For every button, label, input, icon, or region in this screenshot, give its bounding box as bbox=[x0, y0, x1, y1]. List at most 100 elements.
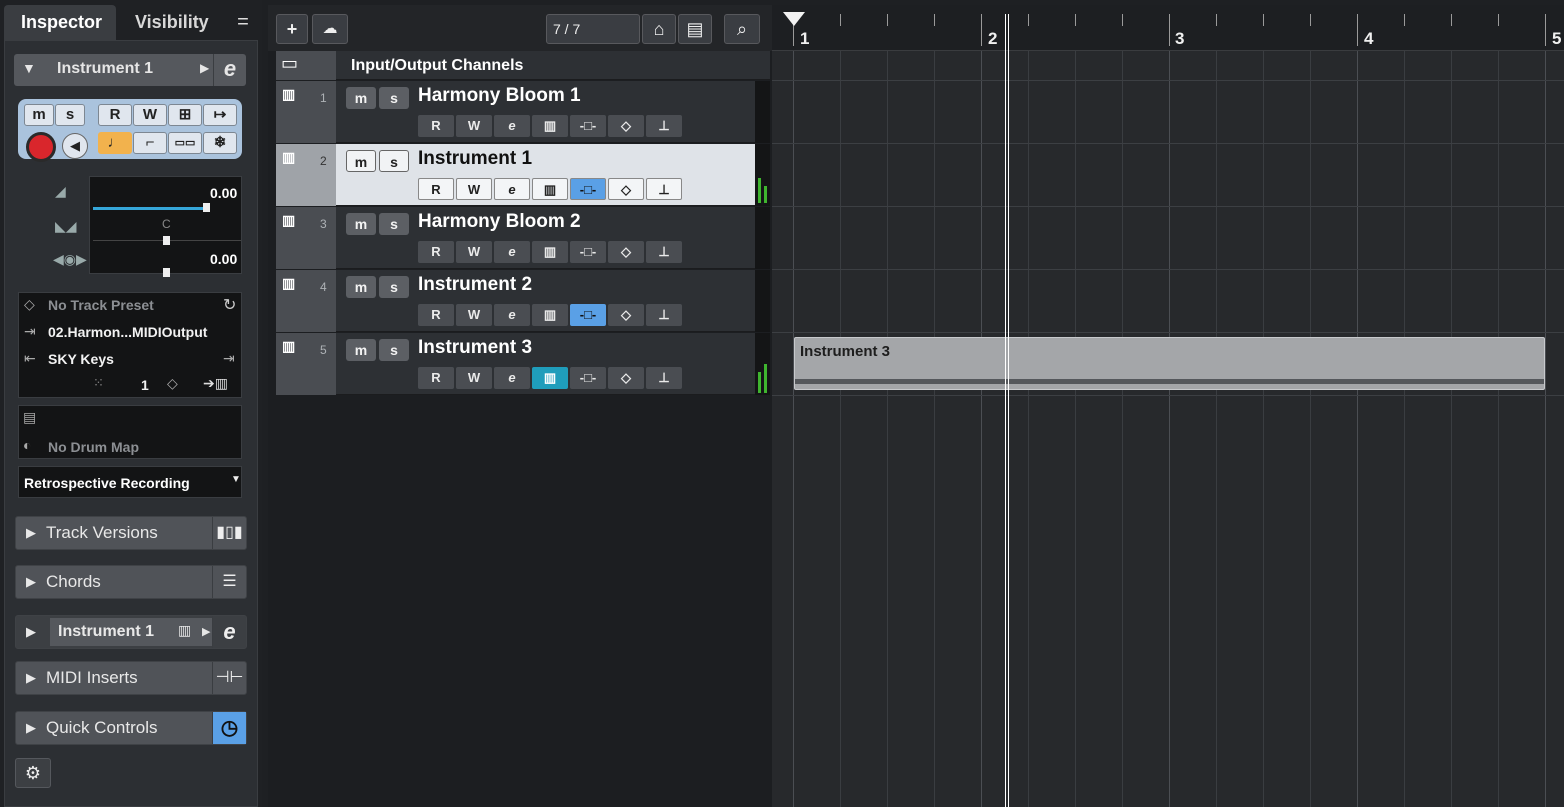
collapse-icon[interactable]: ▼ bbox=[22, 60, 36, 76]
keyboard-icon[interactable]: ▥ bbox=[532, 178, 568, 200]
section-instrument[interactable]: ▶ Instrument 1 ▥ ▶ e bbox=[15, 615, 247, 649]
visibility-agent-icon[interactable]: ⌂ bbox=[642, 14, 676, 44]
midi-input-select[interactable]: 02.Harmon...MIDIOutput bbox=[48, 324, 207, 340]
monitor-button[interactable]: ◀ bbox=[62, 133, 88, 159]
solo-button[interactable]: s bbox=[55, 104, 85, 126]
add-track-from-template-icon[interactable]: ☁ bbox=[312, 14, 348, 44]
write-automation-button[interactable]: W bbox=[456, 241, 492, 263]
sends-icon[interactable]: ⊥ bbox=[646, 304, 682, 326]
expand-arrow-icon[interactable]: ▶ bbox=[200, 61, 209, 75]
ruler[interactable]: 1 2 3 4 5 bbox=[772, 5, 1564, 51]
solo-button[interactable]: s bbox=[379, 276, 409, 298]
add-track-button[interactable]: + bbox=[276, 14, 308, 44]
inserts-icon[interactable]: ◇ bbox=[608, 178, 644, 200]
tab-visibility[interactable]: Visibility bbox=[118, 5, 226, 41]
tab-inspector[interactable]: Inspector bbox=[4, 5, 116, 41]
input-transformer-icon[interactable]: -□- bbox=[570, 241, 606, 263]
lanes-icon[interactable]: ⊞ bbox=[168, 104, 202, 126]
track-row[interactable]: ▥ 1 m s Harmony Bloom 1 R W e ▥ -□- ◇ ⊥ bbox=[276, 81, 770, 143]
read-automation-button[interactable]: R bbox=[418, 115, 454, 137]
gear-icon[interactable]: ⚙ bbox=[15, 758, 51, 788]
edit-instrument-icon[interactable]: e bbox=[213, 54, 246, 86]
track-name[interactable]: Instrument 1 bbox=[418, 148, 532, 170]
freeze-icon[interactable]: ❄ bbox=[203, 132, 237, 154]
volume-fader[interactable] bbox=[93, 207, 207, 210]
mute-button[interactable]: m bbox=[346, 339, 376, 361]
channel-value[interactable]: 1 bbox=[141, 377, 149, 393]
drum-map-label[interactable]: No Drum Map bbox=[48, 439, 139, 455]
track-preset-label[interactable]: No Track Preset bbox=[48, 297, 154, 313]
midi-output-select[interactable]: SKY Keys bbox=[48, 351, 114, 367]
open-editor-icon[interactable]: ➔▥ bbox=[203, 375, 228, 392]
read-automation-button[interactable]: R bbox=[418, 304, 454, 326]
edit-instrument-icon[interactable]: e bbox=[494, 304, 530, 326]
channel-preset-icon[interactable]: ◇ bbox=[167, 375, 178, 392]
solo-button[interactable]: s bbox=[379, 213, 409, 235]
arrange-area[interactable] bbox=[772, 5, 1564, 807]
midi-part[interactable]: Instrument 3 bbox=[794, 337, 1545, 390]
inserts-icon[interactable]: ◇ bbox=[608, 241, 644, 263]
keyboard-icon[interactable]: ▥ bbox=[178, 622, 191, 639]
menu-icon[interactable]: = bbox=[232, 11, 254, 33]
read-automation-button[interactable]: R bbox=[418, 367, 454, 389]
pan-slider-handle[interactable] bbox=[163, 236, 170, 245]
folder-track[interactable]: ▭ Input/Output Channels bbox=[276, 51, 770, 80]
edit-instrument-icon[interactable]: e bbox=[494, 115, 530, 137]
edit-instrument-icon[interactable]: e bbox=[212, 616, 246, 648]
output-edit-icon[interactable]: ⇥ bbox=[223, 350, 235, 367]
output-routing-icon[interactable]: ↦ bbox=[203, 104, 237, 126]
keyboard-icon[interactable]: ▥ bbox=[532, 367, 568, 389]
section-midi-inserts[interactable]: ▶ MIDI Inserts ⊣⊢ bbox=[15, 661, 247, 695]
project-cursor[interactable] bbox=[1005, 14, 1009, 807]
track-count-display[interactable]: 7 / 7 bbox=[546, 14, 640, 44]
track-row[interactable]: ▥ 3 m s Harmony Bloom 2 R W e ▥ -□- ◇ ⊥ bbox=[276, 207, 770, 269]
track-list-menu-icon[interactable]: ▤ bbox=[678, 14, 712, 44]
section-chords[interactable]: ▶ Chords ☰ bbox=[15, 565, 247, 599]
track-name[interactable]: Harmony Bloom 1 bbox=[418, 85, 581, 107]
record-enable-button[interactable] bbox=[26, 132, 56, 162]
reload-icon[interactable]: ↻ bbox=[223, 295, 236, 315]
volume-fader-handle[interactable] bbox=[203, 203, 210, 212]
left-locator-icon[interactable] bbox=[783, 12, 805, 26]
mute-button[interactable]: m bbox=[346, 213, 376, 235]
write-automation-button[interactable]: W bbox=[456, 304, 492, 326]
solo-button[interactable]: s bbox=[379, 87, 409, 109]
input-transformer-icon[interactable]: -□- bbox=[570, 178, 606, 200]
track-name[interactable]: Instrument 3 bbox=[418, 337, 532, 359]
write-automation-button[interactable]: W bbox=[456, 115, 492, 137]
write-automation-button[interactable]: W bbox=[133, 104, 167, 126]
read-automation-button[interactable]: R bbox=[418, 241, 454, 263]
quick-controls-icon[interactable]: ◷ bbox=[212, 712, 246, 744]
sends-icon[interactable]: ⊥ bbox=[646, 367, 682, 389]
keyboard-icon[interactable]: ▥ bbox=[532, 304, 568, 326]
keyboard-icon[interactable]: ▥ bbox=[532, 115, 568, 137]
read-automation-button[interactable]: R bbox=[98, 104, 132, 126]
retrospective-recording-select[interactable]: Retrospective Recording ▼ bbox=[18, 466, 242, 498]
mute-button[interactable]: m bbox=[346, 150, 376, 172]
edit-instrument-icon[interactable]: e bbox=[494, 367, 530, 389]
expand-arrow-icon[interactable]: ▶ bbox=[202, 625, 210, 638]
inserts-icon[interactable]: ◇ bbox=[608, 367, 644, 389]
inserts-icon[interactable]: ◇ bbox=[608, 115, 644, 137]
edit-instrument-icon[interactable]: e bbox=[494, 241, 530, 263]
chords-icon[interactable]: ☰ bbox=[212, 566, 246, 598]
track-row[interactable]: ▥ 4 m s Instrument 2 R W e ▥ -□- ◇ ⊥ bbox=[276, 270, 770, 332]
track-section-header[interactable]: ▼ Instrument 1 ▶ e bbox=[14, 54, 246, 86]
list-icon[interactable]: ▤ bbox=[23, 409, 36, 426]
write-automation-button[interactable]: W bbox=[456, 178, 492, 200]
inserts-icon[interactable]: ◇ bbox=[608, 304, 644, 326]
mute-button[interactable]: m bbox=[346, 276, 376, 298]
lock-icon[interactable]: ⌐ bbox=[133, 132, 167, 154]
timebase-note-icon[interactable]: ♩ bbox=[98, 132, 132, 154]
mute-button[interactable]: m bbox=[346, 87, 376, 109]
mute-button[interactable]: m bbox=[24, 104, 54, 126]
track-versions-icon[interactable]: ▮▯▮ bbox=[212, 517, 246, 549]
section-track-versions[interactable]: ▶ Track Versions ▮▯▮ bbox=[15, 516, 247, 550]
sends-icon[interactable]: ⊥ bbox=[646, 241, 682, 263]
track-name[interactable]: Harmony Bloom 2 bbox=[418, 211, 581, 233]
folder-icon[interactable]: ▭ bbox=[281, 53, 305, 73]
inserts-icon[interactable]: ⊣⊢ bbox=[212, 662, 246, 694]
solo-button[interactable]: s bbox=[379, 150, 409, 172]
keyboard-icon[interactable]: ▥ bbox=[532, 241, 568, 263]
sends-icon[interactable]: ⊥ bbox=[646, 178, 682, 200]
